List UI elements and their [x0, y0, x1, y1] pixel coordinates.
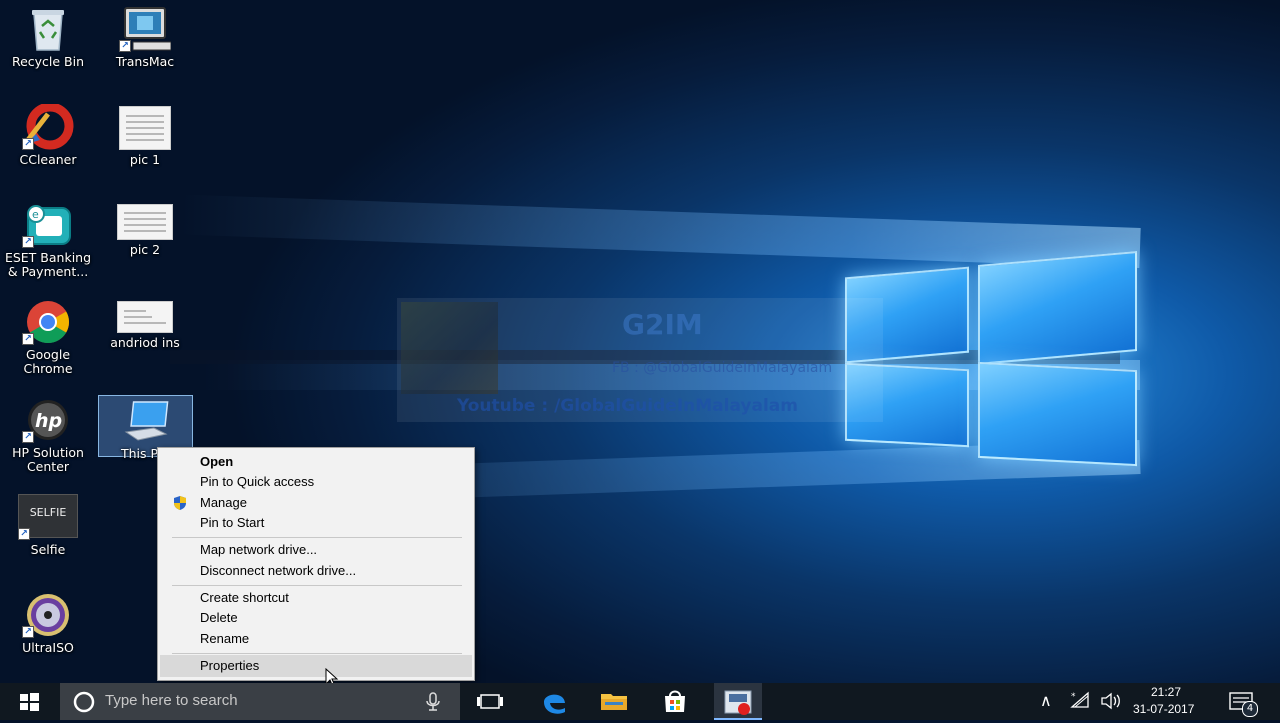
desktop-icon-label: CCleaner: [19, 152, 77, 167]
shortcut-arrow-icon: ↗: [22, 138, 34, 150]
shortcut-arrow-icon: ↗: [22, 333, 34, 345]
desktop-icon-label: Recycle Bin: [11, 54, 85, 69]
eset-banking-icon: e ↗: [22, 202, 74, 248]
desktop-icon-hp-solution-center[interactable]: hp ↗ HP Solution Center: [0, 393, 96, 474]
selfie-logo-text: SELFIE: [29, 506, 67, 519]
watermark-title: G2IM: [622, 308, 703, 341]
volume-icon[interactable]: [1100, 692, 1122, 710]
desktop-icon-pic-2[interactable]: pic 2: [97, 198, 193, 257]
image-file-icon: [117, 301, 173, 333]
selfie-icon: SELFIE ↗: [18, 494, 78, 540]
desktop-icon-ccleaner[interactable]: ↗ CCleaner: [0, 100, 96, 167]
cortana-icon: [73, 691, 95, 713]
desktop-icon-andriod-ins[interactable]: andriod ins: [97, 295, 193, 350]
menu-item-pin-quick-access[interactable]: Pin to Quick access: [158, 472, 474, 492]
clock-time[interactable]: 21:27: [1151, 685, 1181, 699]
chrome-icon: ↗: [22, 299, 74, 345]
menu-item-delete[interactable]: Delete: [158, 608, 474, 628]
tray-overflow-chevron-icon[interactable]: ∧: [1040, 691, 1052, 710]
desktop-icon-google-chrome[interactable]: ↗ Google Chrome: [0, 295, 96, 376]
context-menu: Open Pin to Quick access Manage Pin to S…: [157, 447, 475, 681]
desktop-icon-label: ESET Banking & Payment...: [4, 250, 92, 279]
menu-separator: [172, 653, 462, 654]
microphone-icon[interactable]: [425, 692, 441, 712]
menu-item-open[interactable]: Open: [158, 452, 474, 472]
shortcut-arrow-icon: ↗: [22, 431, 34, 443]
menu-item-rename[interactable]: Rename: [158, 629, 474, 649]
this-pc-icon: [120, 398, 172, 444]
desktop-icon-label: pic 1: [129, 152, 161, 167]
svg-text:e: e: [32, 208, 39, 221]
notification-count-badge: 4: [1242, 701, 1258, 717]
task-view-icon: [477, 694, 503, 709]
taskbar: Type here to search ∧ * 21:27 31-07-2017…: [0, 683, 1280, 720]
windows-logo: [843, 251, 1139, 474]
search-placeholder: Type here to search: [105, 692, 238, 709]
desktop-icon-label: UltraISO: [22, 640, 74, 655]
recycle-bin-icon: [22, 6, 74, 52]
shortcut-arrow-icon: ↗: [18, 528, 30, 540]
folder-icon: [601, 694, 627, 710]
file-explorer-taskbar-button[interactable]: [590, 683, 638, 720]
desktop-icon-label: HP Solution Center: [12, 445, 84, 474]
start-button[interactable]: [0, 683, 58, 720]
desktop-icon-label: pic 2: [129, 242, 161, 257]
menu-item-properties[interactable]: Properties: [160, 655, 472, 677]
screen-recorder-icon: [724, 690, 752, 715]
svg-text:*: *: [1071, 692, 1076, 702]
menu-item-pin-start[interactable]: Pin to Start: [158, 513, 474, 533]
ccleaner-icon: ↗: [22, 102, 74, 150]
desktop-icon-eset-banking[interactable]: e ↗ ESET Banking & Payment...: [0, 198, 96, 279]
shortcut-arrow-icon: ↗: [22, 626, 34, 638]
menu-item-create-shortcut[interactable]: Create shortcut: [158, 588, 474, 608]
desktop-icon-pic-1[interactable]: pic 1: [97, 100, 193, 167]
menu-separator: [172, 585, 462, 586]
network-wifi-icon[interactable]: *: [1070, 691, 1092, 711]
clock-date[interactable]: 31-07-2017: [1133, 702, 1194, 716]
desktop-icon-recycle-bin[interactable]: Recycle Bin: [0, 2, 96, 69]
desktop-icon-transmac[interactable]: ↗ TransMac: [97, 2, 193, 69]
desktop-icon-label: Selfie: [30, 542, 66, 557]
store-taskbar-button[interactable]: [651, 683, 699, 720]
hp-logo-text: hp: [35, 410, 62, 432]
ultraiso-disc-icon: ↗: [22, 592, 74, 638]
desktop-icon-label: andriod ins: [110, 335, 180, 350]
menu-item-map-network-drive[interactable]: Map network drive...: [158, 540, 474, 560]
edge-taskbar-button[interactable]: [530, 683, 578, 720]
action-center-button[interactable]: 4: [1224, 687, 1260, 717]
desktop-icon-selfie[interactable]: SELFIE ↗ Selfie: [0, 490, 96, 557]
windows-start-icon: [20, 693, 39, 711]
desktop-icon-ultraiso[interactable]: ↗ UltraISO: [0, 588, 96, 655]
shortcut-arrow-icon: ↗: [22, 236, 34, 248]
watermark-facebook: FB : @GlobalGuideInMalayalam: [612, 360, 833, 376]
channel-watermark: G2IM FB : @GlobalGuideInMalayalam Youtub…: [397, 298, 883, 422]
menu-item-disconnect-network-drive[interactable]: Disconnect network drive...: [158, 561, 474, 581]
hp-logo-icon: hp ↗: [22, 397, 74, 443]
watermark-thumbnail: [401, 302, 498, 394]
store-icon: [665, 690, 685, 712]
taskbar-search-box[interactable]: Type here to search: [60, 683, 460, 720]
edge-icon: [544, 694, 565, 714]
watermark-youtube: Youtube : /GlobalGuideInMalayalam: [457, 396, 798, 416]
menu-separator: [172, 537, 462, 538]
image-file-icon: [119, 106, 171, 150]
desktop-icon-label: TransMac: [115, 54, 175, 69]
desktop-icon-label: Google Chrome: [23, 347, 73, 376]
shortcut-arrow-icon: ↗: [119, 40, 131, 52]
menu-item-manage[interactable]: Manage: [158, 493, 474, 513]
task-view-button[interactable]: [466, 683, 514, 720]
recorder-taskbar-button[interactable]: [714, 683, 762, 720]
image-file-icon: [117, 204, 173, 240]
transmac-icon: ↗: [119, 6, 172, 52]
